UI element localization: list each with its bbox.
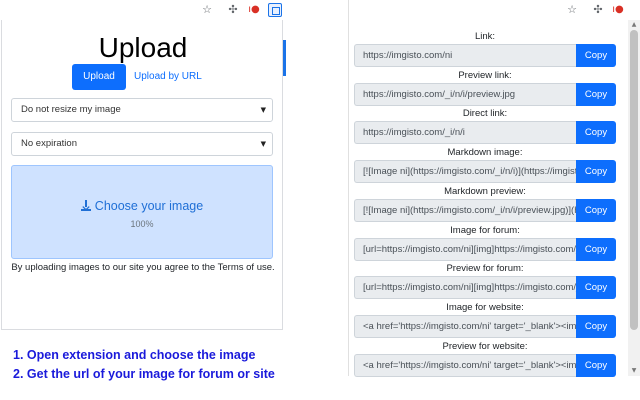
- resize-select[interactable]: Do not resize my image ▼: [11, 98, 273, 122]
- extension-icon[interactable]: ✣: [226, 3, 240, 17]
- choose-image-label: Choose your image: [94, 199, 204, 213]
- copy-button[interactable]: Copy: [576, 44, 616, 67]
- upload-popup: Upload Upload Upload by URL Do not resiz…: [1, 20, 283, 330]
- field-label: Markdown image:: [447, 147, 523, 159]
- record-icon[interactable]: ı●: [611, 3, 625, 17]
- link-field[interactable]: <a href='https://imgisto.com/ni' target=…: [354, 353, 576, 377]
- upload-by-url-link[interactable]: Upload by URL: [134, 64, 202, 90]
- scrollbar[interactable]: ▲ ▼: [628, 20, 640, 376]
- instruction-step: 2. Get the url of your image for forum o…: [13, 367, 275, 381]
- active-extension-icon[interactable]: [268, 3, 282, 17]
- field-label: Link:: [474, 31, 496, 42]
- link-field[interactable]: [![Image ni](https://imgisto.com/_i/n/i)…: [354, 160, 576, 184]
- copy-button[interactable]: Copy: [576, 353, 616, 377]
- download-icon: [80, 200, 91, 211]
- scroll-thumb[interactable]: [630, 30, 638, 330]
- field-label: Image for forum:: [450, 224, 520, 236]
- copy-button[interactable]: Copy: [576, 82, 616, 106]
- link-field[interactable]: https://imgisto.com/_i/n/i: [354, 121, 576, 145]
- expiration-select[interactable]: No expiration ▼: [11, 132, 273, 156]
- link-field[interactable]: [![Image ni](https://imgisto.com/_i/n/i/…: [354, 198, 576, 222]
- copy-button[interactable]: Copy: [576, 160, 616, 184]
- scroll-up-icon[interactable]: ▲: [628, 20, 640, 30]
- image-dropzone[interactable]: Choose your image 100%: [11, 165, 273, 259]
- link-field[interactable]: https://imgisto.com/_i/n/i/preview.jpg: [354, 82, 576, 106]
- page-title: Upload: [98, 32, 188, 63]
- terms-notice: By uploading images to our site you agre…: [11, 262, 275, 273]
- copy-button[interactable]: Copy: [576, 121, 616, 145]
- copy-button[interactable]: Copy: [576, 314, 616, 338]
- copy-button[interactable]: Copy: [576, 198, 616, 222]
- instructions: 1. Open extension and choose the image 2…: [13, 346, 275, 384]
- link-field[interactable]: https://imgisto.com/ni: [354, 44, 576, 67]
- field-label: Preview link:: [458, 69, 512, 81]
- browser-toolbar-left: ☆ ✣ ı●: [0, 0, 288, 20]
- chevron-down-icon: ▼: [260, 140, 266, 148]
- star-icon[interactable]: ☆: [565, 3, 579, 17]
- scroll-down-icon[interactable]: ▼: [628, 366, 640, 376]
- star-icon[interactable]: ☆: [200, 3, 214, 17]
- field-label: Preview for forum:: [446, 263, 524, 275]
- copy-button[interactable]: Copy: [576, 237, 616, 261]
- copy-button[interactable]: Copy: [576, 276, 616, 300]
- chevron-down-icon: ▼: [260, 106, 266, 114]
- field-label: Direct link:: [462, 108, 508, 120]
- link-field[interactable]: [url=https://imgisto.com/ni][img]https:/…: [354, 237, 576, 261]
- field-label: Preview for website:: [442, 340, 528, 352]
- choose-image-button[interactable]: Choose your image: [12, 199, 272, 213]
- link-field[interactable]: <a href='https://imgisto.com/ni' target=…: [354, 314, 576, 338]
- resize-select-value: Do not resize my image: [21, 104, 121, 115]
- browser-toolbar-right: ☆ ✣ ı●: [348, 0, 640, 20]
- instruction-step: 1. Open extension and choose the image: [13, 348, 256, 362]
- extension-icon[interactable]: ✣: [591, 3, 605, 17]
- link-field[interactable]: [url=https://imgisto.com/ni][img]https:/…: [354, 276, 576, 300]
- record-icon[interactable]: ı●: [247, 3, 261, 17]
- expiration-select-value: No expiration: [21, 138, 77, 149]
- upload-progress: 100%: [130, 219, 154, 229]
- upload-button[interactable]: Upload: [72, 64, 126, 90]
- field-label: Image for website:: [446, 301, 524, 313]
- field-label: Markdown preview:: [444, 185, 526, 197]
